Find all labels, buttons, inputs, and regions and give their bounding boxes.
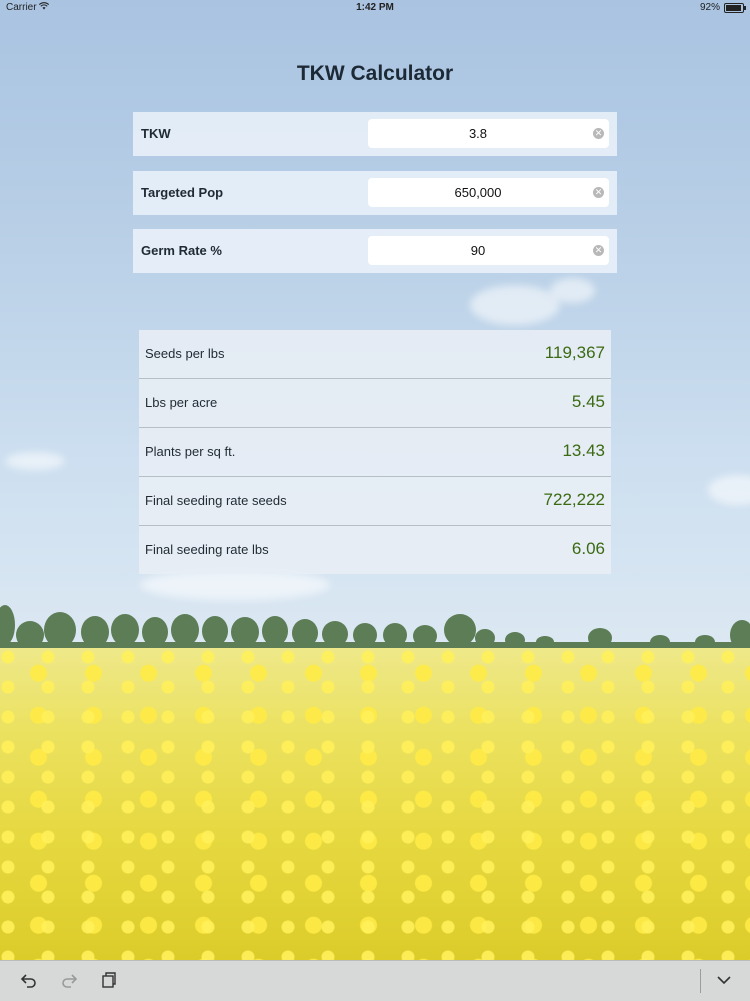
rapeseed-field <box>0 648 750 960</box>
tkw-field[interactable]: ✕ <box>368 119 609 148</box>
result-row-final-seeding-rate-seeds: Final seeding rate seeds 722,222 <box>139 477 611 526</box>
battery-icon <box>724 2 746 13</box>
targeted-pop-row: Targeted Pop ✕ <box>133 171 617 215</box>
undo-icon[interactable] <box>18 971 40 991</box>
page-title: TKW Calculator <box>296 62 454 85</box>
germ-rate-field[interactable]: ✕ <box>368 236 609 265</box>
redo-icon[interactable] <box>58 971 80 991</box>
clipboard-icon[interactable] <box>98 971 120 991</box>
result-label: Plants per sq ft. <box>145 444 236 459</box>
result-label: Final seeding rate lbs <box>145 542 269 557</box>
result-value: 119,367 <box>544 343 605 362</box>
result-label: Lbs per acre <box>145 395 218 410</box>
result-label: Seeds per lbs <box>145 346 225 361</box>
cloud <box>5 452 65 470</box>
results-table: Seeds per lbs 119,367 Lbs per acre 5.45 … <box>139 330 611 574</box>
clear-icon[interactable]: ✕ <box>593 187 604 198</box>
keyboard-shortcut-bar <box>0 960 750 1001</box>
result-row-lbs-per-acre: Lbs per acre 5.45 <box>139 379 611 428</box>
toolbar-divider <box>700 969 701 993</box>
germ-rate-row: Germ Rate % ✕ <box>133 229 617 273</box>
result-label: Final seeding rate seeds <box>145 493 287 508</box>
tkw-input[interactable] <box>368 119 588 148</box>
clear-icon[interactable]: ✕ <box>593 128 604 139</box>
result-row-final-seeding-rate-lbs: Final seeding rate lbs 6.06 <box>139 526 611 574</box>
clear-icon[interactable]: ✕ <box>593 245 604 256</box>
status-right: 92% <box>699 2 746 13</box>
result-value: 722,222 <box>543 490 605 509</box>
battery-percent: 92% <box>699 2 720 13</box>
germ-rate-input[interactable] <box>368 236 588 265</box>
tkw-row: TKW ✕ <box>133 112 617 156</box>
battery-fill <box>726 4 741 11</box>
result-value: 13.43 <box>562 441 605 460</box>
clock: 1:42 PM <box>356 2 394 13</box>
targeted-pop-field[interactable]: ✕ <box>368 178 609 207</box>
chevron-down-icon[interactable] <box>713 971 735 991</box>
result-value: 5.45 <box>571 392 605 411</box>
targeted-pop-input[interactable] <box>368 178 588 207</box>
cloud <box>470 285 560 325</box>
targeted-pop-label: Targeted Pop <box>141 185 224 200</box>
tkw-label: TKW <box>141 126 171 141</box>
cloud <box>550 278 595 303</box>
result-row-plants-per-sq-ft: Plants per sq ft. 13.43 <box>139 428 611 477</box>
result-value: 6.06 <box>571 539 605 558</box>
cloud <box>140 570 330 600</box>
germ-rate-label: Germ Rate % <box>141 243 222 258</box>
result-row-seeds-per-lbs: Seeds per lbs 119,367 <box>139 330 611 379</box>
status-bar: Carrier 1:42 PM 92% <box>0 0 750 16</box>
